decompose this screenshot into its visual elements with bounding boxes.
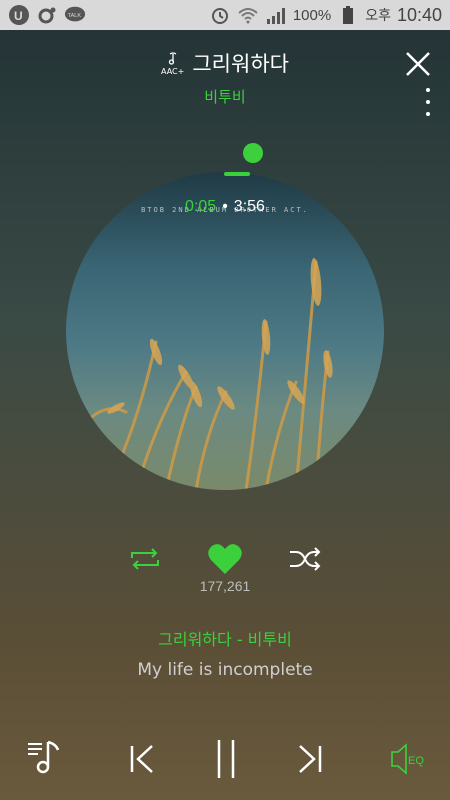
seek-progress-arc	[224, 172, 250, 176]
svg-text:U: U	[14, 9, 23, 23]
close-button[interactable]	[404, 50, 432, 78]
shuffle-button[interactable]	[288, 546, 322, 572]
more-options-button[interactable]	[426, 88, 432, 116]
signal-icon	[265, 4, 287, 26]
playlist-button[interactable]	[26, 738, 66, 778]
wifi-icon	[237, 4, 259, 26]
eq-label: EQ	[408, 755, 424, 767]
more-icon-dot	[426, 112, 430, 116]
time-display: 0:05 • 3:56	[0, 198, 450, 216]
alarm-icon	[209, 4, 231, 26]
more-icon-dot	[426, 88, 430, 92]
lyric-line[interactable]: My life is incomplete	[0, 660, 450, 680]
shuffle-icon	[290, 547, 321, 571]
heart-icon	[208, 544, 242, 574]
kakaotalk-icon: TALK	[64, 4, 86, 26]
previous-button[interactable]	[128, 742, 158, 776]
total-time: 3:56	[233, 198, 265, 215]
quality-label: AAC+	[161, 66, 185, 76]
kakaotalk-label: TALK	[68, 13, 82, 19]
pause-icon	[217, 740, 235, 778]
uplus-icon: U	[8, 4, 30, 26]
equalizer-button[interactable]: EQ	[388, 742, 434, 776]
time-separator: •	[222, 198, 228, 215]
ampm-label: 오후	[365, 8, 391, 24]
app-notification-icon	[36, 4, 58, 26]
now-playing-line: 그리워하다 - 비투비	[158, 630, 292, 649]
equalizer-icon: EQ	[391, 743, 424, 775]
like-button[interactable]	[207, 542, 243, 576]
next-button[interactable]	[294, 742, 324, 776]
battery-icon	[337, 4, 359, 26]
like-count: 177,261	[199, 578, 251, 594]
status-bar: U TALK 100% 오후 10:40	[0, 0, 450, 30]
artist-name[interactable]: 비투비	[0, 86, 450, 107]
clock: 10:40	[396, 4, 442, 25]
song-title: 그리워하다	[192, 52, 289, 76]
battery-percent: 100%	[292, 6, 332, 24]
quality-badge: AAC+	[161, 51, 184, 76]
close-icon	[406, 52, 430, 76]
seek-handle[interactable]	[243, 143, 263, 163]
album-image	[84, 258, 333, 490]
repeat-icon	[131, 548, 159, 570]
more-icon-dot	[426, 100, 430, 104]
previous-icon	[130, 745, 153, 773]
pause-button[interactable]	[214, 738, 238, 780]
next-icon	[299, 745, 322, 773]
album-art: BTOB 2ND ALBUM BROTHER ACT.	[66, 172, 384, 490]
music-note-icon	[166, 51, 180, 67]
current-time: 0:05	[185, 198, 217, 215]
title-row: AAC+ 그리워하다	[0, 48, 450, 78]
playlist-icon	[28, 740, 60, 774]
player-header: AAC+ 그리워하다 비투비	[0, 30, 450, 110]
repeat-button[interactable]	[128, 546, 162, 572]
playback-controls: EQ	[0, 730, 450, 790]
